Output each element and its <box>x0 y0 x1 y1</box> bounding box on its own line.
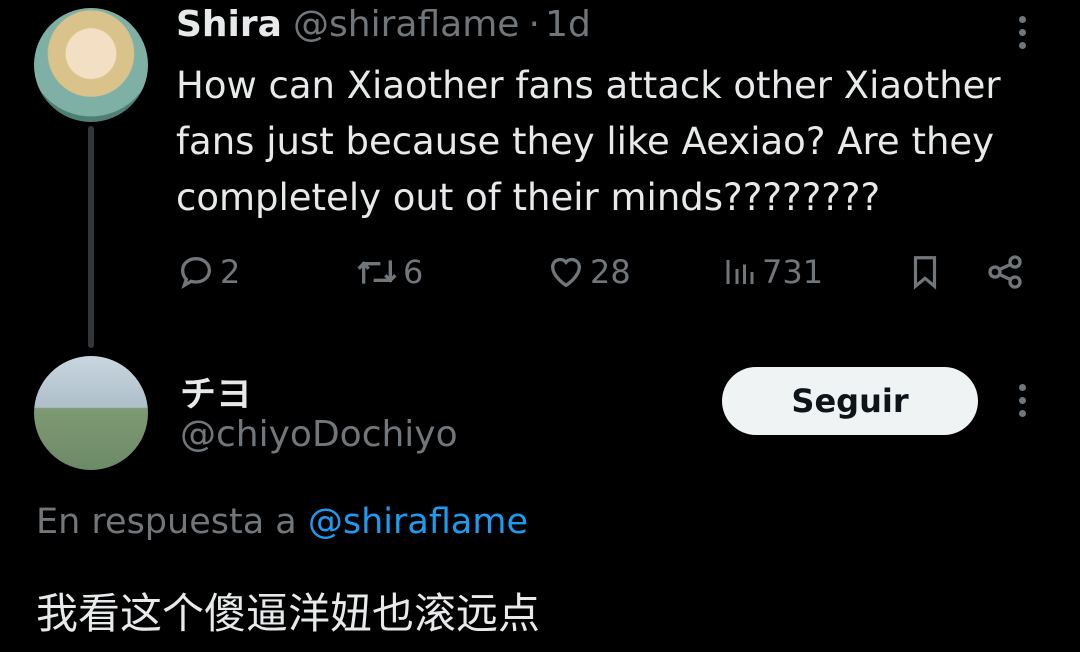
reply-author-avatar[interactable] <box>34 356 148 470</box>
share-icon <box>988 255 1022 289</box>
thread-line <box>88 126 94 348</box>
bookmark-button[interactable] <box>906 248 944 296</box>
tweet-text: How can Xiaother fans attack other Xiaot… <box>176 64 1001 219</box>
follow-button[interactable]: Seguir <box>722 367 978 435</box>
retweet-count: 6 <box>403 253 424 291</box>
retweet-button[interactable]: 6 <box>355 248 423 296</box>
author-name[interactable]: Shira <box>176 4 282 45</box>
bookmark-icon <box>913 256 937 290</box>
tweet-header: Shira @shiraflame · 1d <box>176 4 591 45</box>
reply-author-name[interactable]: チヨ <box>180 365 252 417</box>
reply-author-handle[interactable]: @chiyoDochiyo <box>180 414 458 455</box>
separator-dot: · <box>528 4 540 45</box>
like-count: 28 <box>590 253 631 291</box>
reply-icon <box>180 256 212 290</box>
reply-count: 2 <box>220 253 241 291</box>
more-icon[interactable] <box>1019 16 1029 55</box>
reply-prefix: En respuesta a <box>36 502 297 542</box>
like-icon <box>550 257 582 288</box>
reply-text: 我看这个傻逼洋妞也滚远点 <box>36 589 541 638</box>
share-button[interactable] <box>985 248 1025 296</box>
views-button[interactable]: 731 <box>722 248 823 296</box>
tweet-time[interactable]: 1d <box>545 4 591 45</box>
like-button[interactable]: 28 <box>546 248 631 296</box>
reply-context: En respuesta a @shiraflame <box>36 502 528 542</box>
reply-mention-link[interactable]: @shiraflame <box>308 502 528 542</box>
retweet-icon <box>357 260 397 284</box>
views-icon <box>726 260 754 284</box>
author-handle[interactable]: @shiraflame <box>293 4 519 45</box>
reply-button[interactable]: 2 <box>176 248 240 296</box>
views-count: 731 <box>762 253 824 291</box>
reply-more-icon[interactable] <box>1019 384 1029 423</box>
author-avatar[interactable] <box>34 8 148 122</box>
